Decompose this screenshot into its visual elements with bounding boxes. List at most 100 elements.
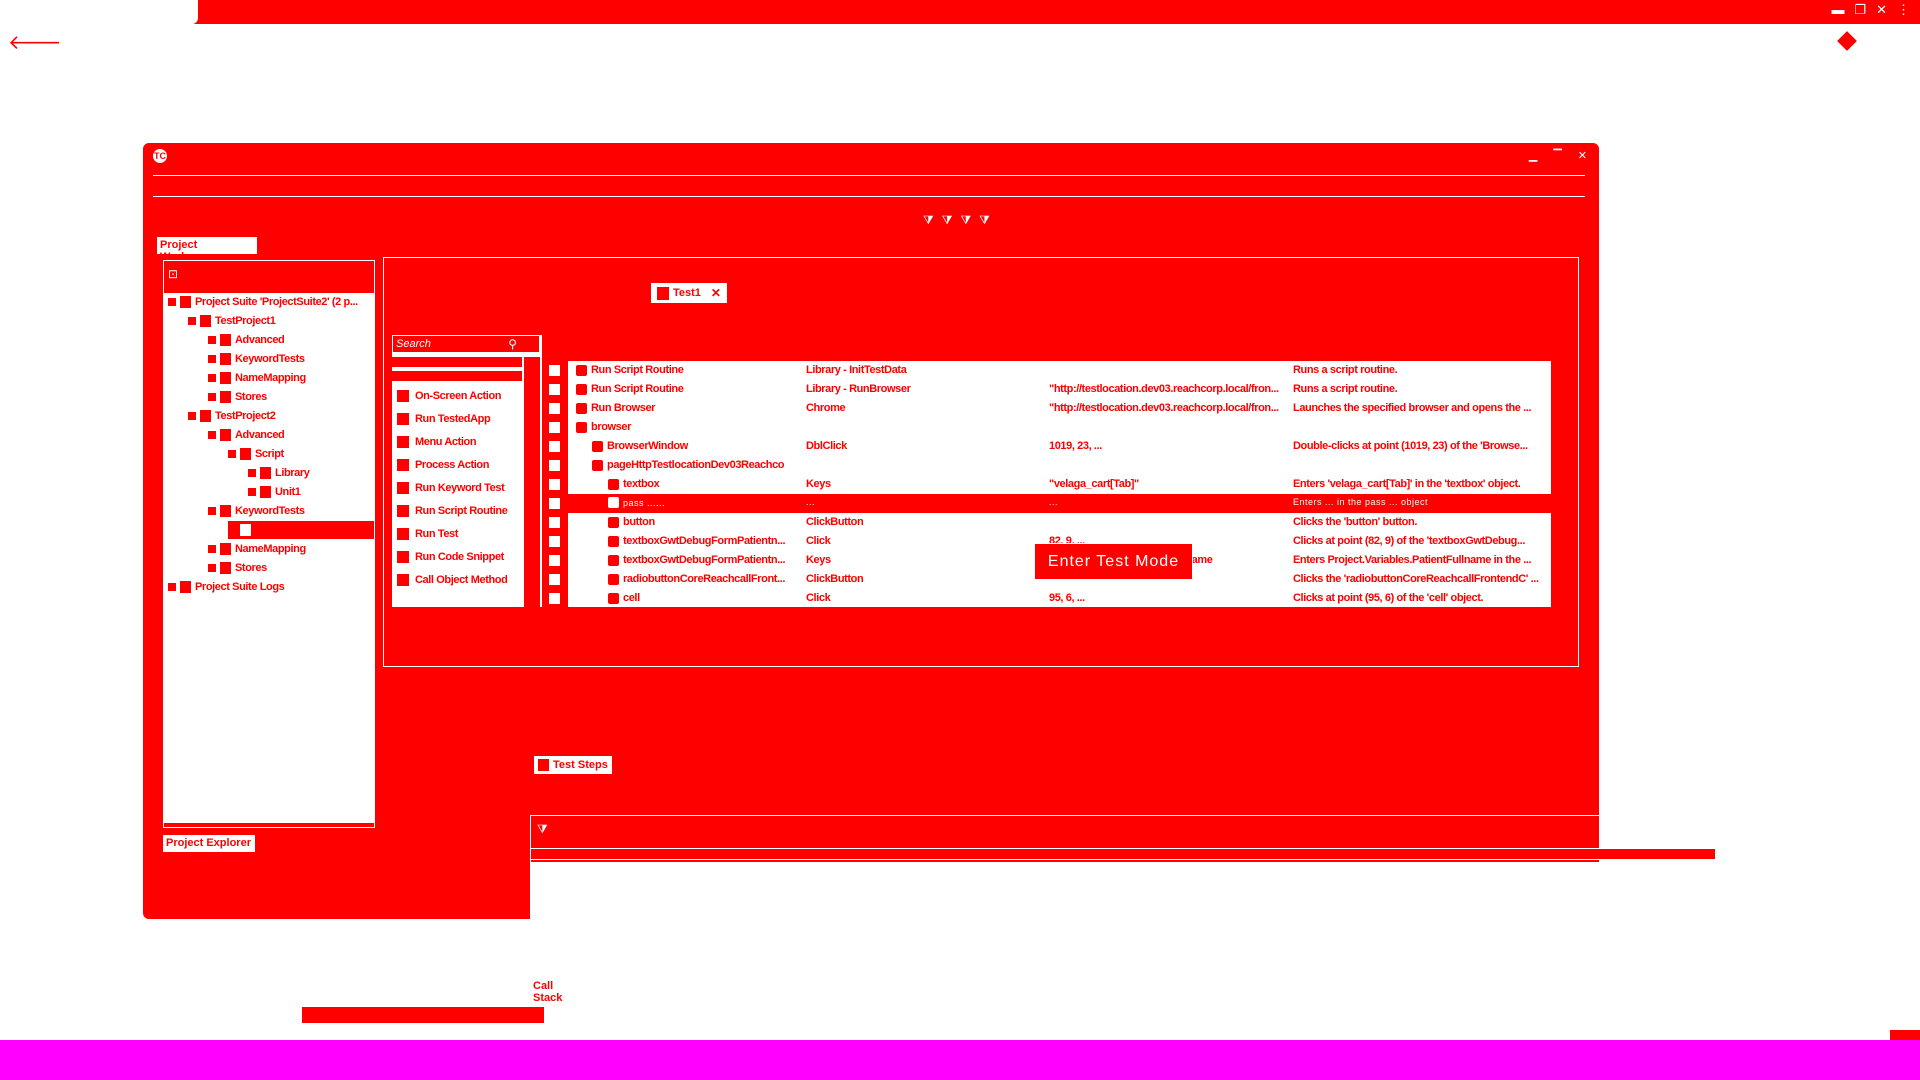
operations-category[interactable]	[392, 371, 522, 381]
filter-icon[interactable]: ⧩	[960, 213, 971, 228]
filter-icon[interactable]: ⧩	[942, 213, 953, 228]
operation-item[interactable]: Menu Action	[397, 433, 477, 451]
row-checkbox[interactable]	[548, 459, 561, 472]
expand-icon[interactable]	[168, 298, 176, 306]
project-explorer-tab[interactable]: Project Explorer	[163, 835, 255, 852]
tree-item[interactable]: Advanced	[208, 426, 285, 444]
expand-icon[interactable]	[248, 469, 256, 477]
expand-icon[interactable]	[228, 526, 236, 534]
tree-item[interactable]: Stores	[208, 559, 267, 577]
test-step-row[interactable]: browser	[546, 418, 1551, 437]
operation-item[interactable]: Process Action	[397, 456, 489, 474]
project-workspace-tab[interactable]: Project Workspace	[157, 237, 257, 263]
expand-icon[interactable]	[168, 583, 176, 591]
test-step-row[interactable]: BrowserWindow DblClick 1019, 23, ... Double…	[546, 437, 1551, 456]
expand-icon[interactable]	[208, 336, 216, 344]
expand-icon[interactable]	[208, 431, 216, 439]
tree-item[interactable]: Advanced	[208, 331, 285, 349]
more-button[interactable]: ⋮	[1897, 2, 1910, 18]
test-step-row[interactable]: button ClickButton Clicks the 'button' but…	[546, 513, 1551, 532]
operations-scrollbar[interactable]	[524, 357, 540, 607]
row-checkbox[interactable]	[548, 592, 561, 605]
expand-icon[interactable]	[208, 374, 216, 382]
row-checkbox[interactable]	[548, 364, 561, 377]
tree-item[interactable]: TestProject2	[188, 407, 276, 425]
app-close-icon[interactable]: ✕	[1578, 149, 1587, 162]
tree-item[interactable]: KeywordTests	[208, 502, 305, 520]
test-step-row[interactable]: pass ............ Enters ... in the pass …	[546, 494, 1551, 513]
operation-item[interactable]: Run Test	[397, 525, 458, 543]
tree-item[interactable]: Unit1	[248, 483, 301, 501]
row-checkbox-cell	[546, 456, 568, 475]
test1-tab[interactable]: Test1 ✕	[651, 283, 727, 303]
close-button[interactable]: ✕	[1876, 2, 1887, 18]
row-checkbox[interactable]	[548, 535, 561, 548]
explorer-icon[interactable]: ⊡	[168, 267, 178, 281]
operation-label: Run Test	[415, 528, 459, 540]
host-tab[interactable]	[0, 0, 198, 24]
test-steps-tab[interactable]: Test Steps	[534, 756, 612, 774]
test-step-row[interactable]: Run Script Routine Library - RunBrowser "h…	[546, 380, 1551, 399]
expand-icon[interactable]	[208, 507, 216, 515]
step-item-label: textbox	[623, 478, 660, 490]
restore-button[interactable]: ❐	[1854, 2, 1866, 18]
expand-icon[interactable]	[208, 355, 216, 363]
tree-item[interactable]: Script	[228, 445, 284, 463]
expand-icon[interactable]	[208, 393, 216, 401]
operation-item[interactable]: On-Screen Action	[397, 387, 502, 405]
operation-item[interactable]: Call Object Method	[397, 571, 508, 589]
test-step-row[interactable]: cell Click 95, 6, ... Clicks at point (95, …	[546, 589, 1551, 608]
folder-icon	[220, 562, 231, 574]
test-step-row[interactable]: textbox Keys "velaga_cart[Tab]" Enters 'vel…	[546, 475, 1551, 494]
tree-item[interactable]	[228, 521, 374, 539]
operation-item[interactable]: Run TestedApp	[397, 410, 491, 428]
row-checkbox[interactable]	[548, 478, 561, 491]
minimize-button[interactable]: ▬	[1831, 2, 1844, 18]
test-step-row[interactable]: pageHttpTestlocationDev03Reachco	[546, 456, 1551, 475]
filter-icon[interactable]: ⧩	[923, 213, 934, 228]
tree-item[interactable]: Project Suite 'ProjectSuite2' (2 p...	[168, 293, 358, 311]
step-item: cell	[608, 592, 801, 604]
expand-icon[interactable]	[248, 488, 256, 496]
tree-item[interactable]: TestProject1	[188, 312, 276, 330]
tree-item[interactable]: KeywordTests	[208, 350, 305, 368]
expand-icon[interactable]	[228, 450, 236, 458]
row-checkbox[interactable]	[548, 383, 561, 396]
close-tab-icon[interactable]: ✕	[711, 286, 721, 300]
row-checkbox[interactable]	[548, 402, 561, 415]
tree-item[interactable]: Stores	[208, 388, 267, 406]
row-checkbox[interactable]	[548, 497, 561, 510]
row-checkbox[interactable]	[548, 573, 561, 586]
operation-icon	[397, 551, 409, 563]
operation-item[interactable]: Run Code Snippet	[397, 548, 504, 566]
test-step-row[interactable]: Run Script Routine Library - InitTestData…	[546, 361, 1551, 380]
operation-label: Run TestedApp	[415, 413, 491, 425]
app-maximize-icon[interactable]: ▔	[1553, 149, 1561, 162]
tree-item[interactable]: Project Suite Logs	[168, 578, 285, 596]
row-checkbox[interactable]	[548, 516, 561, 529]
expand-icon[interactable]	[188, 317, 196, 325]
search-icon[interactable]: ⚲	[508, 337, 517, 351]
tree-item[interactable]: NameMapping	[208, 540, 306, 558]
test-step-row[interactable]: Run Browser Chrome "http://testlocation.de…	[546, 399, 1551, 418]
step-icon	[608, 478, 619, 490]
row-checkbox-cell	[546, 532, 568, 551]
operation-item[interactable]: Run Script Routine	[397, 502, 508, 520]
operations-search-input[interactable]: Search ⚲	[392, 335, 540, 353]
expand-icon[interactable]	[188, 412, 196, 420]
app-minimize-icon[interactable]: ▁	[1529, 149, 1537, 162]
filter-icon[interactable]: ⧩	[979, 213, 990, 228]
diamond-icon[interactable]	[1837, 31, 1857, 51]
call-stack-tab[interactable]: Call Stack	[530, 978, 586, 1004]
back-arrow-icon[interactable]: 🡐	[8, 30, 62, 55]
expand-icon[interactable]	[208, 564, 216, 572]
row-checkbox[interactable]	[548, 554, 561, 567]
tree-item[interactable]: NameMapping	[208, 369, 306, 387]
row-checkbox[interactable]	[548, 421, 561, 434]
expand-icon[interactable]	[208, 545, 216, 553]
tree-item-label: Script	[255, 448, 284, 460]
tree-item[interactable]: Library	[248, 464, 310, 482]
row-checkbox[interactable]	[548, 440, 561, 453]
operations-category[interactable]	[392, 357, 522, 367]
operation-item[interactable]: Run Keyword Test	[397, 479, 505, 497]
